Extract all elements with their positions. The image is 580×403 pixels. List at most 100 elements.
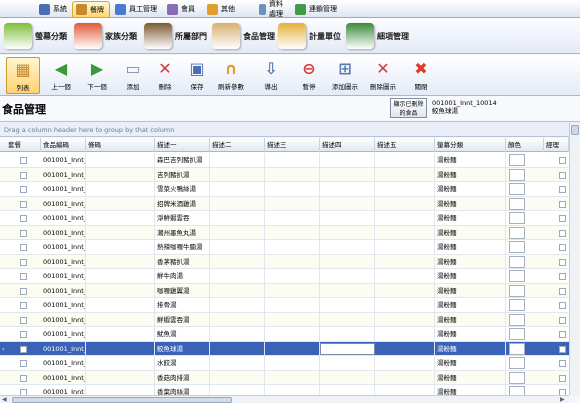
desc4-cell[interactable] bbox=[320, 342, 375, 355]
set-meal-checkbox[interactable] bbox=[20, 374, 27, 382]
category-6[interactable]: 細項管理 bbox=[346, 21, 409, 51]
set-meal-checkbox[interactable] bbox=[20, 316, 27, 324]
top-tab-2[interactable]: 餐牌 bbox=[72, 1, 110, 17]
column-header-11[interactable]: 經理 bbox=[544, 138, 569, 152]
column-header-2[interactable]: 食品編碼 bbox=[41, 138, 86, 152]
set-meal-checkbox[interactable] bbox=[20, 302, 27, 309]
manager-checkbox[interactable] bbox=[559, 244, 566, 251]
set-meal-checkbox[interactable] bbox=[20, 258, 27, 266]
column-header-1[interactable]: 套餐 bbox=[6, 138, 41, 152]
table-row[interactable]: › 001001_Innt_1 鮫魚球湯 湯粉麵 bbox=[0, 341, 569, 356]
set-meal-checkbox[interactable] bbox=[20, 287, 27, 295]
top-tab-7[interactable]: 連鎖管理 bbox=[292, 1, 342, 17]
tool-arrow-right-button[interactable]: ▶ 下一個 bbox=[80, 57, 114, 94]
manager-checkbox[interactable] bbox=[559, 316, 566, 324]
category-2[interactable]: 家族分類 bbox=[74, 21, 137, 51]
set-meal-checkbox[interactable] bbox=[20, 229, 27, 237]
color-swatch[interactable] bbox=[509, 212, 525, 224]
horizontal-scroll-thumb[interactable] bbox=[12, 397, 232, 403]
column-header-4[interactable]: 描述一 bbox=[155, 138, 210, 152]
tool-export-button[interactable]: ⇩ 導出 bbox=[254, 57, 288, 94]
color-swatch[interactable] bbox=[509, 241, 525, 253]
color-swatch[interactable] bbox=[509, 328, 525, 340]
column-header-8[interactable]: 描述五 bbox=[375, 138, 435, 152]
table-row[interactable]: 001001_Innt_1 咖喱雞翼湯 湯粉麵 bbox=[0, 283, 569, 298]
horizontal-scrollbar[interactable]: ◀ ▶ bbox=[0, 395, 569, 403]
category-1[interactable]: 螢幕分類 bbox=[4, 21, 67, 51]
scroll-right-arrow-icon[interactable]: ▶ bbox=[560, 396, 565, 403]
set-meal-checkbox[interactable] bbox=[20, 331, 27, 338]
color-swatch[interactable] bbox=[509, 371, 525, 384]
color-swatch[interactable] bbox=[509, 313, 525, 326]
color-swatch[interactable] bbox=[509, 255, 525, 268]
vertical-scrollbar[interactable] bbox=[569, 123, 580, 395]
top-tab-1[interactable]: 系統 bbox=[36, 1, 70, 17]
manager-checkbox[interactable] bbox=[559, 186, 566, 193]
table-row[interactable]: 001001_Innt_1 排骨湯 湯粉麵 bbox=[0, 298, 569, 313]
table-row[interactable]: 001001_Innt_1 吉列豬扒湯 湯粉麵 bbox=[0, 167, 569, 182]
top-tab-5[interactable]: 其他 bbox=[204, 1, 254, 17]
set-meal-checkbox[interactable] bbox=[20, 215, 27, 222]
column-header-10[interactable]: 顏色 bbox=[506, 138, 544, 152]
top-tab-3[interactable]: 員工管理 bbox=[112, 1, 162, 17]
table-row[interactable]: 001001_Innt_1 魷魚湯 湯粉麵 bbox=[0, 327, 569, 342]
tool-arrow-left-button[interactable]: ◀ 上一個 bbox=[44, 57, 78, 94]
column-header-9[interactable]: 螢幕分類 bbox=[435, 138, 506, 152]
top-tab-4[interactable]: 會員 bbox=[164, 1, 202, 17]
column-header-3[interactable]: 條碼 bbox=[86, 138, 155, 152]
manager-checkbox[interactable] bbox=[559, 258, 566, 266]
manager-checkbox[interactable] bbox=[559, 302, 566, 309]
category-5[interactable]: 計量單位 bbox=[278, 21, 341, 51]
table-row[interactable]: 001001_Innt_1 森巴吉列豬扒湯 湯粉麵 bbox=[0, 153, 569, 168]
set-meal-checkbox[interactable] bbox=[20, 244, 27, 251]
table-row[interactable]: 001001_Innt_1 香菇肉排湯 湯粉麵 bbox=[0, 370, 569, 385]
color-swatch[interactable] bbox=[509, 270, 525, 282]
table-row[interactable]: 001001_Innt_1 鮮蝦雲吞湯 湯粉麵 bbox=[0, 312, 569, 327]
manager-checkbox[interactable] bbox=[559, 157, 566, 164]
color-swatch[interactable] bbox=[509, 357, 525, 369]
color-swatch[interactable] bbox=[509, 154, 525, 166]
color-swatch[interactable] bbox=[509, 197, 525, 210]
tool-stop-button[interactable]: ⊖ 暫停 bbox=[292, 57, 326, 94]
manager-checkbox[interactable] bbox=[559, 200, 566, 208]
column-header-5[interactable]: 描述二 bbox=[210, 138, 265, 152]
set-meal-checkbox[interactable] bbox=[20, 186, 27, 193]
manager-checkbox[interactable] bbox=[559, 171, 566, 179]
set-meal-checkbox[interactable] bbox=[20, 273, 27, 280]
manager-checkbox[interactable] bbox=[559, 273, 566, 280]
table-row[interactable]: 001001_Innt_1 招牌米酒雞湯 湯粉麵 bbox=[0, 196, 569, 211]
color-swatch[interactable] bbox=[509, 342, 525, 355]
set-meal-checkbox[interactable] bbox=[20, 360, 27, 367]
tool-add-image-button[interactable]: ⊞ 添加圖示 bbox=[328, 57, 362, 94]
set-meal-checkbox[interactable] bbox=[20, 157, 27, 164]
set-meal-checkbox[interactable] bbox=[20, 171, 27, 179]
manager-checkbox[interactable] bbox=[559, 345, 566, 353]
color-swatch[interactable] bbox=[509, 226, 525, 239]
tool-delete-image-button[interactable]: ✕ 刪除圖示 bbox=[366, 57, 400, 94]
show-deleted-button[interactable]: 顯示已刪除 的食品 bbox=[390, 98, 427, 118]
table-row[interactable]: 001001_Innt_1 潮州墨魚丸湯 湯粉麵 bbox=[0, 225, 569, 240]
manager-checkbox[interactable] bbox=[559, 331, 566, 338]
manager-checkbox[interactable] bbox=[559, 229, 566, 237]
table-row[interactable]: 001001_Innt_1 雪菜火鴨絲湯 湯粉麵 bbox=[0, 182, 569, 197]
color-swatch[interactable] bbox=[509, 386, 525, 395]
category-3[interactable]: 所屬部門 bbox=[144, 21, 207, 51]
tool-magnet-button[interactable]: ∩ 刷新參數 bbox=[214, 57, 248, 94]
tool-close-button[interactable]: ✖ 關閉 bbox=[404, 57, 438, 94]
manager-checkbox[interactable] bbox=[559, 287, 566, 295]
color-swatch[interactable] bbox=[509, 299, 525, 311]
tool-list-button[interactable]: ▦ 列表 bbox=[6, 57, 40, 94]
table-row[interactable]: 001001_Innt_1 香葉肉絲湯 湯粉麵 bbox=[0, 385, 569, 395]
column-header-7[interactable]: 描述四 bbox=[320, 138, 375, 152]
scroll-left-arrow-icon[interactable]: ◀ bbox=[2, 396, 7, 403]
table-row[interactable]: 001001_Innt_1 淨鮮蝦雲吞 湯粉麵 bbox=[0, 211, 569, 226]
set-meal-checkbox[interactable] bbox=[20, 200, 27, 208]
tool-delete-x-button[interactable]: ✕ 刪除 bbox=[148, 57, 182, 94]
vertical-scroll-thumb[interactable] bbox=[571, 125, 579, 135]
column-header-6[interactable]: 描述三 bbox=[265, 138, 320, 152]
color-swatch[interactable] bbox=[509, 284, 525, 297]
table-row[interactable]: 001001_Innt_1 鮮牛肉湯 湯粉麵 bbox=[0, 269, 569, 284]
tool-save-disk-button[interactable]: ▣ 保存 bbox=[180, 57, 214, 94]
set-meal-checkbox[interactable] bbox=[20, 345, 27, 353]
tool-new-page-button[interactable]: ▭ 添加 bbox=[116, 57, 150, 94]
